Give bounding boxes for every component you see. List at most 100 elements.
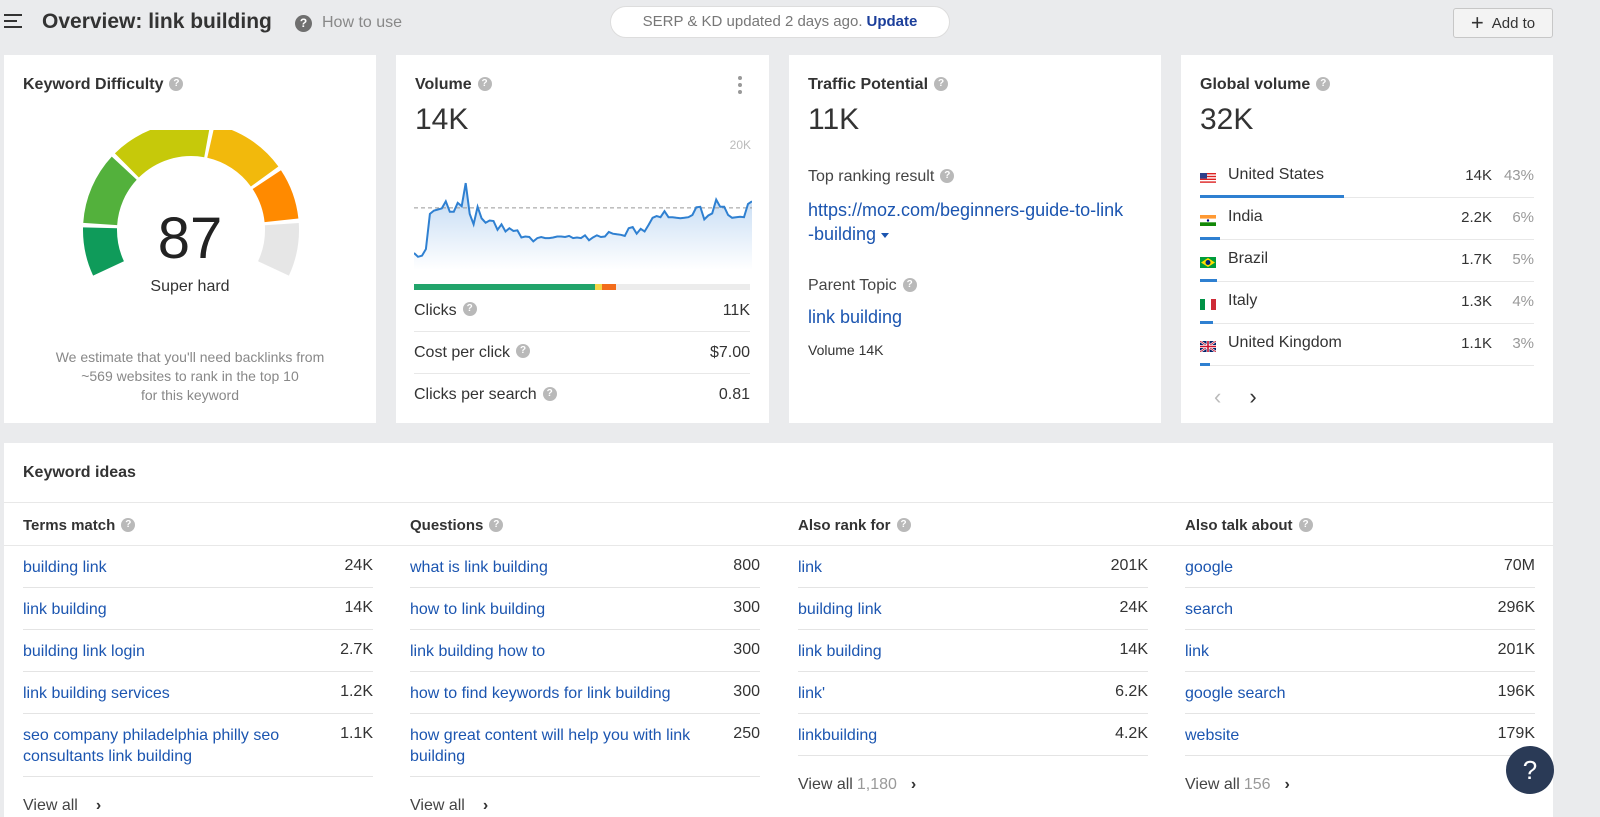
keyword-volume: 1.1K bbox=[340, 725, 373, 742]
help-icon[interactable]: ? bbox=[934, 76, 949, 91]
country-percent: 43% bbox=[1503, 167, 1534, 184]
divider bbox=[4, 502, 1553, 503]
keyword-volume: 4.2K bbox=[1115, 725, 1148, 742]
country-name: United Kingdom bbox=[1228, 334, 1342, 351]
country-row[interactable]: Brazil 1.7K 5% bbox=[1200, 240, 1534, 282]
help-icon[interactable]: ? bbox=[1298, 518, 1313, 533]
hamburger-menu-icon[interactable] bbox=[4, 14, 22, 30]
keyword-link[interactable]: link bbox=[1185, 641, 1475, 662]
keyword-link[interactable]: seo company philadelphia philly seo cons… bbox=[23, 725, 313, 767]
top-header: Overview: link building ? How to use SER… bbox=[0, 0, 1600, 46]
keyword-link[interactable]: link building bbox=[23, 599, 313, 620]
chevron-right-icon: › bbox=[1284, 776, 1290, 793]
previous-page-icon[interactable]: ‹ bbox=[1214, 384, 1221, 410]
keyword-link[interactable]: how to link building bbox=[410, 599, 700, 620]
help-icon[interactable]: ? bbox=[542, 386, 557, 401]
volume-trend-chart bbox=[414, 182, 752, 270]
how-to-use-link[interactable]: ? How to use bbox=[295, 14, 402, 32]
help-icon[interactable]: ? bbox=[489, 518, 504, 533]
country-name: United States bbox=[1228, 166, 1325, 183]
italy-flag-icon bbox=[1200, 297, 1216, 310]
serp-status-pill: SERP & KD updated 2 days ago. Update bbox=[610, 6, 950, 38]
keyword-link[interactable]: linkbuilding bbox=[798, 725, 1088, 746]
view-all-link[interactable]: View all 1,180 › bbox=[798, 776, 916, 794]
top-ranking-url-link[interactable]: https://moz.com/beginners-guide-to-link … bbox=[808, 198, 1153, 246]
volume-area bbox=[414, 183, 752, 270]
keyword-idea-row: search 296K bbox=[1185, 588, 1535, 630]
traffic-potential-card: Traffic Potential? 11K Top ranking resul… bbox=[789, 55, 1161, 423]
help-icon[interactable]: ? bbox=[516, 344, 531, 359]
parent-topic-link[interactable]: link building bbox=[808, 307, 902, 328]
parent-topic-label: Parent Topic? bbox=[808, 277, 917, 295]
keyword-link[interactable]: google bbox=[1185, 557, 1475, 578]
global-volume-card: Global volume? 32K United States 14K 43% In… bbox=[1181, 55, 1553, 423]
serp-status-text: SERP & KD updated 2 days ago. bbox=[642, 13, 863, 30]
country-name: Italy bbox=[1228, 292, 1258, 309]
keyword-idea-row: google search 196K bbox=[1185, 672, 1535, 714]
keyword-link[interactable]: link building how to bbox=[410, 641, 700, 662]
next-page-icon[interactable]: › bbox=[1249, 384, 1256, 410]
help-icon[interactable]: ? bbox=[477, 76, 492, 91]
keyword-idea-row: link building 14K bbox=[798, 630, 1148, 672]
caret-down-icon[interactable] bbox=[881, 232, 890, 238]
help-icon[interactable]: ? bbox=[462, 302, 477, 317]
country-row[interactable]: United States 14K 43% bbox=[1200, 156, 1534, 198]
difficulty-score: 87 bbox=[157, 206, 223, 271]
keyword-link[interactable]: google search bbox=[1185, 683, 1475, 704]
metric-row-cps: Clicks per search? 0.81 bbox=[414, 386, 750, 403]
global-volume-title: Global volume? bbox=[1200, 76, 1331, 94]
keyword-idea-row: linkbuilding 4.2K bbox=[798, 714, 1148, 756]
difficulty-label: Super hard bbox=[150, 278, 230, 295]
keyword-link[interactable]: search bbox=[1185, 599, 1475, 620]
volume-card: Volume? 14K 20K Clicks? 11K Cost per cli… bbox=[396, 55, 769, 423]
keyword-link[interactable]: link building services bbox=[23, 683, 313, 704]
view-all-link[interactable]: View all 156 › bbox=[1185, 776, 1290, 794]
country-row[interactable]: United Kingdom 1.1K 3% bbox=[1199, 324, 1534, 366]
keyword-link[interactable]: link building bbox=[798, 641, 1088, 662]
keyword-volume: 800 bbox=[733, 557, 760, 574]
keyword-link[interactable]: link bbox=[798, 557, 1088, 578]
help-chat-button[interactable]: ? bbox=[1506, 746, 1554, 794]
more-options-icon[interactable] bbox=[737, 76, 743, 94]
keyword-link[interactable]: how to find keywords for link building bbox=[410, 683, 700, 704]
keyword-volume: 2.7K bbox=[340, 641, 373, 658]
column-title: Terms match? bbox=[23, 517, 136, 534]
country-row[interactable]: Italy 1.3K 4% bbox=[1200, 282, 1534, 324]
keyword-link[interactable]: building link bbox=[23, 557, 313, 578]
view-all-link[interactable]: View all › bbox=[23, 797, 101, 815]
keyword-idea-row: google 70M bbox=[1185, 546, 1535, 588]
keyword-volume: 296K bbox=[1497, 599, 1535, 616]
help-icon[interactable]: ? bbox=[902, 277, 917, 292]
keyword-link[interactable]: what is link building bbox=[410, 557, 700, 578]
keyword-ideas-card: Keyword ideas Terms match? building link 2… bbox=[4, 443, 1553, 817]
keyword-link[interactable]: how great content will help you with lin… bbox=[410, 725, 700, 767]
keyword-volume: 24K bbox=[1119, 599, 1148, 616]
update-link[interactable]: Update bbox=[867, 13, 918, 30]
view-all-count: 156 bbox=[1243, 776, 1271, 793]
keyword-link[interactable]: website bbox=[1185, 725, 1475, 746]
column-title: Questions? bbox=[410, 517, 504, 534]
country-row[interactable]: India 2.2K 6% bbox=[1200, 198, 1534, 240]
keyword-idea-row: link' 6.2K bbox=[798, 672, 1148, 714]
help-icon[interactable]: ? bbox=[169, 76, 184, 91]
view-all-link[interactable]: View all › bbox=[410, 797, 488, 815]
metric-row-cpc: Cost per click? $7.00 bbox=[414, 332, 750, 374]
keyword-link[interactable]: building link login bbox=[23, 641, 313, 662]
help-icon[interactable]: ? bbox=[1316, 76, 1331, 91]
country-percent: 3% bbox=[1512, 335, 1534, 352]
keyword-link[interactable]: link' bbox=[798, 683, 1088, 704]
add-to-button[interactable]: + Add to bbox=[1453, 8, 1553, 38]
volume-title: Volume? bbox=[415, 76, 492, 94]
help-icon[interactable]: ? bbox=[896, 518, 911, 533]
help-icon[interactable]: ? bbox=[940, 168, 955, 183]
column-title: Also talk about? bbox=[1185, 517, 1313, 534]
keyword-link[interactable]: building link bbox=[798, 599, 1088, 620]
cps-value: 0.81 bbox=[718, 386, 750, 403]
india-flag-icon bbox=[1200, 213, 1216, 226]
keyword-idea-row: building link login 2.7K bbox=[23, 630, 373, 672]
help-icon[interactable]: ? bbox=[121, 518, 136, 533]
how-to-use-label: How to use bbox=[322, 14, 403, 31]
traffic-potential-value: 11K bbox=[808, 103, 860, 136]
keyword-volume: 14K bbox=[1119, 641, 1148, 658]
country-volume: 1.1K bbox=[1461, 335, 1492, 352]
